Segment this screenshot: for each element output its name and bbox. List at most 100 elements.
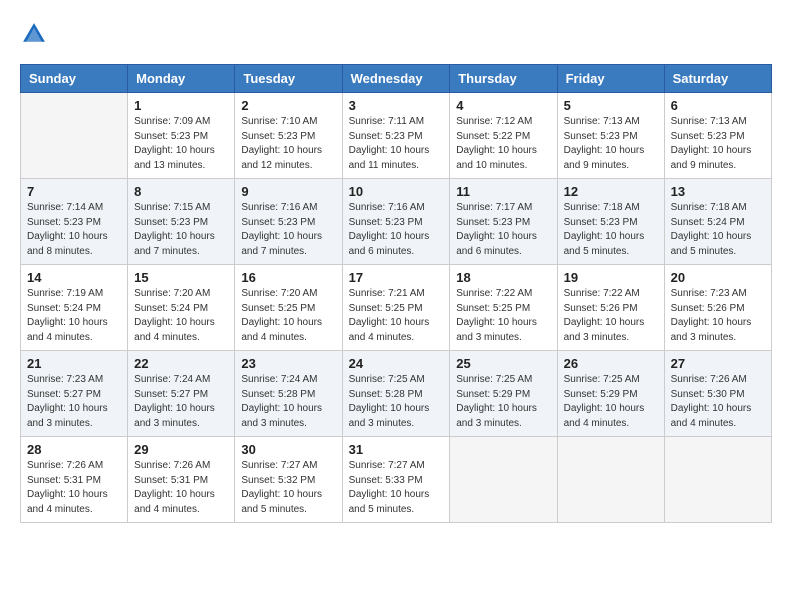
day-number: 12 [564, 184, 658, 199]
weekday-header-monday: Monday [128, 65, 235, 93]
day-number: 18 [456, 270, 550, 285]
day-info: Sunrise: 7:26 AM Sunset: 5:31 PM Dayligh… [27, 459, 121, 517]
day-info: Sunrise: 7:14 AM Sunset: 5:23 PM Dayligh… [27, 201, 121, 259]
day-info: Sunrise: 7:24 AM Sunset: 5:28 PM Dayligh… [241, 373, 335, 431]
calendar-day-cell: 18 Sunrise: 7:22 AM Sunset: 5:25 PM Dayli… [450, 265, 557, 351]
day-number: 3 [349, 98, 444, 113]
day-number: 20 [671, 270, 765, 285]
day-info: Sunrise: 7:12 AM Sunset: 5:22 PM Dayligh… [456, 115, 550, 173]
day-number: 11 [456, 184, 550, 199]
calendar-day-cell: 7 Sunrise: 7:14 AM Sunset: 5:23 PM Daylig… [21, 179, 128, 265]
calendar-day-cell: 3Sunrise: 7:11 AM Sunset: 5:23 PM Daylig… [342, 93, 450, 179]
weekday-header-tuesday: Tuesday [235, 65, 342, 93]
calendar-day-cell: 6 Sunrise: 7:13 AM Sunset: 5:23 PM Daylig… [664, 93, 771, 179]
day-number: 7 [27, 184, 121, 199]
calendar-day-cell: 19Sunrise: 7:22 AM Sunset: 5:26 PM Dayli… [557, 265, 664, 351]
day-info: Sunrise: 7:16 AM Sunset: 5:23 PM Dayligh… [241, 201, 335, 259]
day-info: Sunrise: 7:15 AM Sunset: 5:23 PM Dayligh… [134, 201, 228, 259]
calendar-day-cell: 14 Sunrise: 7:19 AM Sunset: 5:24 PM Dayli… [21, 265, 128, 351]
day-info: Sunrise: 7:27 AM Sunset: 5:32 PM Dayligh… [241, 459, 335, 517]
calendar-week-row: 7 Sunrise: 7:14 AM Sunset: 5:23 PM Daylig… [21, 179, 772, 265]
day-info: Sunrise: 7:21 AM Sunset: 5:25 PM Dayligh… [349, 287, 444, 345]
day-number: 9 [241, 184, 335, 199]
weekday-header-sunday: Sunday [21, 65, 128, 93]
calendar-day-cell: 10Sunrise: 7:16 AM Sunset: 5:23 PM Dayli… [342, 179, 450, 265]
weekday-header-thursday: Thursday [450, 65, 557, 93]
day-info: Sunrise: 7:24 AM Sunset: 5:27 PM Dayligh… [134, 373, 228, 431]
day-info: Sunrise: 7:27 AM Sunset: 5:33 PM Dayligh… [349, 459, 444, 517]
day-info: Sunrise: 7:20 AM Sunset: 5:24 PM Dayligh… [134, 287, 228, 345]
calendar-day-cell [664, 437, 771, 523]
calendar-day-cell: 26 Sunrise: 7:25 AM Sunset: 5:29 PM Dayli… [557, 351, 664, 437]
calendar-day-cell: 11Sunrise: 7:17 AM Sunset: 5:23 PM Dayli… [450, 179, 557, 265]
day-number: 28 [27, 442, 121, 457]
calendar-day-cell: 20Sunrise: 7:23 AM Sunset: 5:26 PM Dayli… [664, 265, 771, 351]
calendar-day-cell: 5 Sunrise: 7:13 AM Sunset: 5:23 PM Daylig… [557, 93, 664, 179]
day-number: 6 [671, 98, 765, 113]
day-info: Sunrise: 7:25 AM Sunset: 5:29 PM Dayligh… [456, 373, 550, 431]
calendar-day-cell: 9 Sunrise: 7:16 AM Sunset: 5:23 PM Daylig… [235, 179, 342, 265]
day-info: Sunrise: 7:13 AM Sunset: 5:23 PM Dayligh… [564, 115, 658, 173]
calendar-day-cell: 27 Sunrise: 7:26 AM Sunset: 5:30 PM Dayli… [664, 351, 771, 437]
calendar-week-row: 14 Sunrise: 7:19 AM Sunset: 5:24 PM Dayli… [21, 265, 772, 351]
calendar-day-cell: 15 Sunrise: 7:20 AM Sunset: 5:24 PM Dayli… [128, 265, 235, 351]
calendar-day-cell [450, 437, 557, 523]
day-number: 30 [241, 442, 335, 457]
day-info: Sunrise: 7:26 AM Sunset: 5:30 PM Dayligh… [671, 373, 765, 431]
day-number: 26 [564, 356, 658, 371]
calendar-day-cell: 22 Sunrise: 7:24 AM Sunset: 5:27 PM Dayli… [128, 351, 235, 437]
day-number: 5 [564, 98, 658, 113]
calendar-day-cell: 8 Sunrise: 7:15 AM Sunset: 5:23 PM Daylig… [128, 179, 235, 265]
calendar-day-cell: 16 Sunrise: 7:20 AM Sunset: 5:25 PM Dayli… [235, 265, 342, 351]
calendar-day-cell: 31Sunrise: 7:27 AM Sunset: 5:33 PM Dayli… [342, 437, 450, 523]
weekday-header-row: SundayMondayTuesdayWednesdayThursdayFrid… [21, 65, 772, 93]
day-number: 21 [27, 356, 121, 371]
day-info: Sunrise: 7:25 AM Sunset: 5:28 PM Dayligh… [349, 373, 444, 431]
day-number: 15 [134, 270, 228, 285]
day-number: 10 [349, 184, 444, 199]
day-info: Sunrise: 7:25 AM Sunset: 5:29 PM Dayligh… [564, 373, 658, 431]
weekday-header-saturday: Saturday [664, 65, 771, 93]
day-number: 29 [134, 442, 228, 457]
day-number: 25 [456, 356, 550, 371]
calendar-day-cell: 28 Sunrise: 7:26 AM Sunset: 5:31 PM Dayli… [21, 437, 128, 523]
day-info: Sunrise: 7:26 AM Sunset: 5:31 PM Dayligh… [134, 459, 228, 517]
calendar-day-cell: 24 Sunrise: 7:25 AM Sunset: 5:28 PM Dayli… [342, 351, 450, 437]
calendar-week-row: 1 Sunrise: 7:09 AM Sunset: 5:23 PM Daylig… [21, 93, 772, 179]
day-number: 27 [671, 356, 765, 371]
day-info: Sunrise: 7:19 AM Sunset: 5:24 PM Dayligh… [27, 287, 121, 345]
day-number: 24 [349, 356, 444, 371]
day-info: Sunrise: 7:09 AM Sunset: 5:23 PM Dayligh… [134, 115, 228, 173]
day-info: Sunrise: 7:13 AM Sunset: 5:23 PM Dayligh… [671, 115, 765, 173]
calendar-day-cell: 30 Sunrise: 7:27 AM Sunset: 5:32 PM Dayli… [235, 437, 342, 523]
day-info: Sunrise: 7:22 AM Sunset: 5:25 PM Dayligh… [456, 287, 550, 345]
day-number: 22 [134, 356, 228, 371]
page-header [20, 20, 772, 48]
calendar-day-cell: 1 Sunrise: 7:09 AM Sunset: 5:23 PM Daylig… [128, 93, 235, 179]
weekday-header-friday: Friday [557, 65, 664, 93]
calendar-day-cell: 25 Sunrise: 7:25 AM Sunset: 5:29 PM Dayli… [450, 351, 557, 437]
calendar-day-cell: 4 Sunrise: 7:12 AM Sunset: 5:22 PM Daylig… [450, 93, 557, 179]
calendar-day-cell [557, 437, 664, 523]
day-number: 1 [134, 98, 228, 113]
day-info: Sunrise: 7:18 AM Sunset: 5:24 PM Dayligh… [671, 201, 765, 259]
day-number: 14 [27, 270, 121, 285]
calendar-day-cell: 13 Sunrise: 7:18 AM Sunset: 5:24 PM Dayli… [664, 179, 771, 265]
calendar-day-cell [21, 93, 128, 179]
calendar-day-cell: 23Sunrise: 7:24 AM Sunset: 5:28 PM Dayli… [235, 351, 342, 437]
day-number: 17 [349, 270, 444, 285]
day-number: 13 [671, 184, 765, 199]
day-number: 16 [241, 270, 335, 285]
calendar-week-row: 21Sunrise: 7:23 AM Sunset: 5:27 PM Dayli… [21, 351, 772, 437]
day-info: Sunrise: 7:10 AM Sunset: 5:23 PM Dayligh… [241, 115, 335, 173]
day-info: Sunrise: 7:18 AM Sunset: 5:23 PM Dayligh… [564, 201, 658, 259]
calendar-week-row: 28 Sunrise: 7:26 AM Sunset: 5:31 PM Dayli… [21, 437, 772, 523]
day-info: Sunrise: 7:20 AM Sunset: 5:25 PM Dayligh… [241, 287, 335, 345]
day-number: 19 [564, 270, 658, 285]
day-number: 2 [241, 98, 335, 113]
calendar-day-cell: 12 Sunrise: 7:18 AM Sunset: 5:23 PM Dayli… [557, 179, 664, 265]
calendar-day-cell: 2 Sunrise: 7:10 AM Sunset: 5:23 PM Daylig… [235, 93, 342, 179]
day-number: 4 [456, 98, 550, 113]
calendar-day-cell: 29 Sunrise: 7:26 AM Sunset: 5:31 PM Dayli… [128, 437, 235, 523]
day-number: 8 [134, 184, 228, 199]
